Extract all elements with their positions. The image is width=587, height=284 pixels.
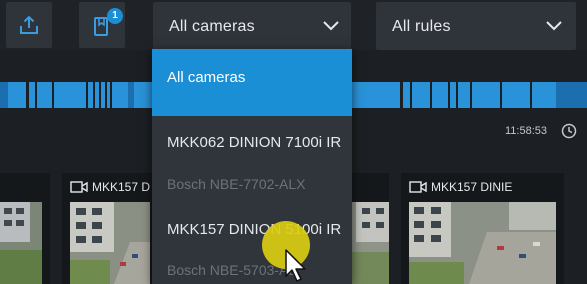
camera-option-label: All cameras: [167, 69, 246, 86]
timeline-segment: [470, 82, 472, 108]
event-thumbnail[interactable]: [346, 173, 389, 284]
event-thumbnail[interactable]: MKK157 D: [62, 173, 158, 284]
timeline-segment: [530, 82, 532, 108]
camera-option-label: MKK157 DINION 5100i IR: [167, 221, 342, 238]
camera-option-model: Bosch NBE-7702-ALX: [167, 176, 306, 192]
camera-snapshot: [409, 202, 556, 284]
export-button[interactable]: [6, 2, 52, 48]
timeline-segment: [26, 82, 29, 108]
timeline-segment: [430, 82, 432, 108]
timeline-segment: [86, 82, 88, 108]
event-thumbnail[interactable]: MKK157 DINIE: [401, 173, 564, 284]
video-camera-icon: [409, 181, 427, 193]
timeline-segment: [52, 82, 54, 108]
timeline-segment: [448, 82, 450, 108]
clock-icon[interactable]: [561, 123, 577, 139]
timeline-segment: [456, 82, 458, 108]
app-root: 1 All cameras All rules 11:58:53 MKK157 …: [0, 0, 587, 284]
thumbnail-camera-name: MKK157 D: [92, 180, 151, 194]
chevron-down-icon: [546, 21, 562, 31]
camera-snapshot: [70, 202, 150, 284]
camera-dropdown-menu: All cameras MKK062 DINION 7100i IR Bosch…: [152, 49, 352, 284]
timeline-segment: [35, 82, 37, 108]
chevron-down-icon: [323, 21, 339, 31]
event-thumbnail[interactable]: [0, 173, 50, 284]
camera-option-mkk157[interactable]: MKK157 DINION 5100i IR Bosch NBE-5703-AL: [152, 206, 352, 284]
camera-filter-value: All cameras: [169, 18, 255, 35]
timeline-segment: [93, 82, 95, 108]
timeline-segment: [410, 82, 412, 108]
timeline-segment: [105, 82, 107, 108]
thumbnail-camera-name: MKK157 DINIE: [431, 180, 513, 194]
rules-filter-value: All rules: [392, 18, 451, 35]
timeline-segment: [400, 82, 403, 108]
timeline-segment: [128, 82, 134, 108]
camera-snapshot: [346, 202, 389, 284]
rules-filter-select[interactable]: All rules: [376, 2, 576, 50]
camera-snapshot: [0, 202, 42, 284]
video-camera-icon: [70, 181, 88, 193]
timeline-segment: [0, 82, 8, 108]
camera-option-mkk062[interactable]: MKK062 DINION 7100i IR Bosch NBE-7702-AL…: [152, 116, 352, 206]
timeline-segment: [110, 82, 112, 108]
timeline-time: 11:58:53: [505, 125, 548, 137]
camera-option-label: MKK062 DINION 7100i IR: [167, 134, 342, 151]
camera-option-all-cameras[interactable]: All cameras: [152, 49, 352, 116]
timeline-segment: [500, 82, 502, 108]
bookmarks-button[interactable]: 1: [79, 2, 125, 48]
toolbar: 1 All cameras All rules: [0, 0, 587, 50]
export-icon: [20, 15, 38, 34]
timeline-segment: [556, 82, 587, 108]
mouse-pointer-icon: [285, 249, 306, 282]
camera-filter-select[interactable]: All cameras: [153, 2, 351, 50]
bookmark-count-badge: 1: [107, 8, 123, 24]
timeline-segment: [99, 82, 101, 108]
